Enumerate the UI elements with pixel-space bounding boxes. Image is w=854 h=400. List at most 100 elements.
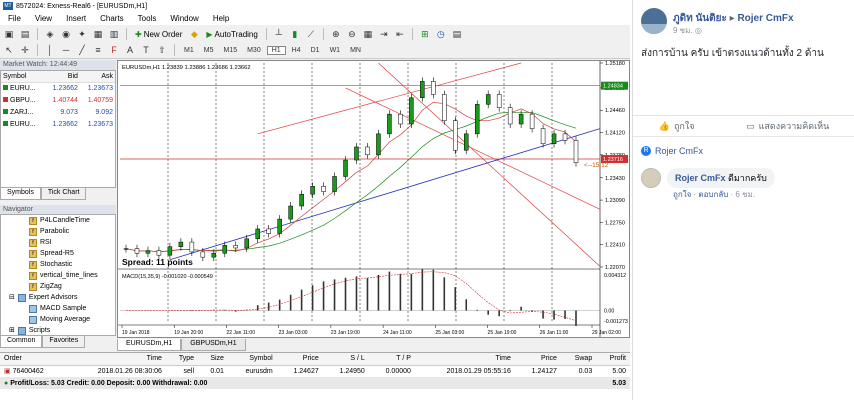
nav-item[interactable]: MACD Sample (1, 303, 115, 314)
comment-button[interactable]: ▭ แสดงความคิดเห็น (746, 119, 829, 133)
tab-symbols[interactable]: Symbols (0, 188, 41, 200)
menu-tools[interactable]: Tools (132, 14, 165, 23)
terminal-col-3[interactable]: Size (198, 353, 228, 366)
profiles-icon[interactable]: ▤ (18, 28, 32, 41)
line-chart-icon[interactable]: ⟋ (304, 28, 318, 41)
bar-chart-icon[interactable]: ┴ (272, 28, 286, 41)
horizontal-line-icon[interactable]: ─ (59, 44, 73, 57)
timeframe-mn[interactable]: MN (346, 47, 365, 54)
vertical-line-icon[interactable]: │ (43, 44, 57, 57)
nav-item[interactable]: f Spread-R5 (1, 248, 115, 259)
terminal-col-10[interactable]: Swap (560, 353, 597, 366)
tab-eurusdm-chart[interactable]: EURUSDm,H1 (117, 339, 182, 351)
new-chart-icon[interactable]: ▣ (2, 28, 16, 41)
terminal-col-6[interactable]: S / L (322, 353, 369, 366)
terminal-col-8[interactable]: Time (414, 353, 515, 366)
comment-like-link[interactable]: ถูกใจ (673, 190, 691, 199)
menu-insert[interactable]: Insert (60, 14, 94, 23)
timeframe-m1[interactable]: M1 (180, 47, 198, 54)
tester-icon[interactable]: ▥ (107, 28, 121, 41)
arrows-icon[interactable]: ⇧ (155, 44, 169, 57)
tab-tick-chart[interactable]: Tick Chart (40, 188, 87, 200)
menu-window[interactable]: Window (164, 14, 206, 23)
data-window-icon[interactable]: ◉ (59, 28, 73, 41)
price-chart[interactable]: 1.251801.248001.244601.241201.237801.234… (118, 61, 629, 337)
timeframe-m5[interactable]: M5 (200, 47, 218, 54)
tile-windows-icon[interactable]: ▦ (361, 28, 375, 41)
terminal-col-5[interactable]: Price (276, 353, 323, 366)
tab-common[interactable]: Common (0, 336, 43, 348)
market-watch-row[interactable]: EURU... 1.23662 1.23673 (1, 119, 115, 131)
menu-view[interactable]: View (29, 14, 60, 23)
menu-help[interactable]: Help (207, 14, 237, 23)
menu-file[interactable]: File (2, 14, 29, 23)
timeframe-h4[interactable]: H4 (288, 47, 305, 54)
time-tick-label: 24 Jan 11:00 (383, 330, 412, 336)
terminal-col-9[interactable]: Price (514, 353, 561, 366)
menu-charts[interactable]: Charts (94, 14, 132, 23)
col-ask[interactable]: Ask (79, 71, 115, 83)
zoom-in-icon[interactable]: ⊕ (329, 28, 343, 41)
zoom-out-icon[interactable]: ⊖ (345, 28, 359, 41)
comment-reply-link[interactable]: ตอบกลับ (698, 190, 728, 199)
timeframe-d1[interactable]: D1 (307, 47, 324, 54)
metaeditor-icon[interactable]: ◆ (187, 28, 201, 41)
author-avatar[interactable] (641, 8, 667, 34)
text-icon[interactable]: A (123, 44, 137, 57)
label-icon[interactable]: T (139, 44, 153, 57)
candle-body (310, 186, 315, 195)
terminal-col-11[interactable]: Profit (596, 353, 630, 366)
terminal-col-4[interactable]: Symbol (227, 353, 277, 366)
nav-item[interactable]: f ZigZag (1, 281, 115, 292)
terminal-col-1[interactable]: Time (66, 353, 166, 366)
fibonacci-icon[interactable]: F (107, 44, 121, 57)
new-order-button[interactable]: ✚ New Order (132, 30, 185, 39)
navigator-icon[interactable]: ✦ (75, 28, 89, 41)
commenter-avatar[interactable] (641, 168, 661, 188)
commenter-name[interactable]: Rojer CmFx (675, 173, 726, 183)
market-watch-row[interactable]: ZARJ... 9.073 9.092 (1, 107, 115, 119)
indicators-icon[interactable]: ⊞ (418, 28, 432, 41)
timeframe-h1[interactable]: H1 (266, 45, 286, 55)
nav-item[interactable]: Moving Average (1, 314, 115, 325)
market-watch-row[interactable]: EURU... 1.23662 1.23673 (1, 83, 115, 95)
market-watch-row[interactable]: GBPU... 1.40744 1.40759 (1, 95, 115, 107)
tab-gbpusdm-chart[interactable]: GBPUSDm,H1 (181, 339, 246, 351)
like-button[interactable]: 👍 ถูกใจ (659, 119, 695, 133)
col-symbol[interactable]: Symbol (1, 71, 45, 83)
templates-icon[interactable]: ▤ (450, 28, 464, 41)
chart-window[interactable]: 1.251801.248001.244601.241201.237801.234… (117, 60, 630, 338)
timeframe-m30[interactable]: M30 (243, 47, 265, 54)
nav-item[interactable]: f Stochastic (1, 259, 115, 270)
nav-item[interactable]: f RSI (1, 237, 115, 248)
tab-favorites[interactable]: Favorites (42, 336, 86, 348)
timeframe-m15[interactable]: M15 (219, 47, 241, 54)
candlestick-icon[interactable]: ▮ (288, 28, 302, 41)
col-bid[interactable]: Bid (44, 71, 80, 83)
periods-icon[interactable]: ◷ (434, 28, 448, 41)
post-time[interactable]: 9 ชม. ◎ (673, 24, 702, 37)
terminal-col-7[interactable]: T / P (368, 353, 415, 366)
cursor-icon[interactable]: ↖ (2, 44, 16, 57)
candle-body (156, 250, 162, 256)
terminal-icon[interactable]: ▦ (91, 28, 105, 41)
trendline-icon[interactable]: ╱ (75, 44, 89, 57)
chart-shift-icon[interactable]: ⇤ (393, 28, 407, 41)
candle-body (189, 241, 195, 253)
nav-item[interactable]: f Parabolic (1, 226, 115, 237)
nav-scripts[interactable]: ⊞ Scripts (1, 325, 115, 335)
nav-expert-advisors[interactable]: ⊟ Expert Advisors (1, 292, 115, 303)
page-selector[interactable]: R Rojer CmFx (641, 146, 703, 156)
nav-item[interactable]: f P4LCandleTime (1, 215, 115, 226)
autotrading-button[interactable]: ▶ AutoTrading (203, 30, 260, 39)
crosshair-icon[interactable]: ✛ (18, 44, 32, 57)
trade-row[interactable]: ▣ 76400462 2018.01.26 08:30:06 sell 0.01 eur… (0, 365, 630, 377)
terminal-col-2[interactable]: Type (165, 353, 199, 366)
market-watch-icon[interactable]: ◈ (43, 28, 57, 41)
timeframe-w1[interactable]: W1 (326, 47, 345, 54)
nav-item[interactable]: f vertical_time_lines (1, 270, 115, 281)
market-watch-table: Symbol Bid Ask EURU... 1.23662 1.23673 GBPU… (1, 71, 115, 131)
auto-scroll-icon[interactable]: ⇥ (377, 28, 391, 41)
terminal-col-0[interactable]: Order (0, 353, 67, 366)
equidistant-channel-icon[interactable]: ≡ (91, 44, 105, 57)
